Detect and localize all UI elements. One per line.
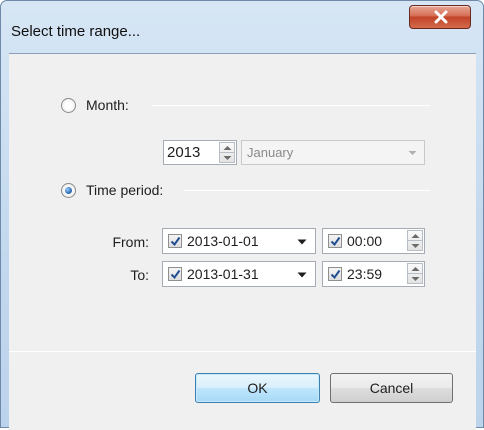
dialog-window: Select time range... Month: 2013 January… (0, 0, 484, 430)
dropdown-arrow-icon (408, 151, 417, 155)
chevron-down-icon (411, 244, 420, 248)
to-label: To: (130, 267, 149, 283)
checkmark-icon (170, 236, 181, 247)
dropdown-arrow-icon[interactable] (297, 272, 307, 278)
checkmark-icon (330, 236, 341, 247)
cancel-button[interactable]: Cancel (330, 373, 453, 403)
window-title: Select time range... (11, 23, 141, 40)
year-spin-down-button[interactable] (220, 153, 234, 163)
to-time-spin-down[interactable] (408, 274, 422, 284)
dialog-body: Month: 2013 January Time period: From: 2… (9, 53, 476, 430)
button-bar: OK Cancel (9, 353, 476, 430)
dropdown-arrow-icon[interactable] (297, 239, 307, 245)
ok-button[interactable]: OK (195, 373, 320, 403)
from-time-spin-down[interactable] (408, 241, 422, 251)
chevron-up-icon (223, 146, 232, 150)
chevron-down-icon (411, 277, 420, 281)
to-date-value: 2013-01-31 (187, 266, 259, 282)
chevron-up-icon (411, 267, 420, 271)
year-value: 2013 (167, 144, 201, 161)
time-period-radio[interactable] (61, 183, 76, 198)
from-label: From: (112, 234, 149, 250)
month-select[interactable]: January (241, 140, 425, 165)
from-time-picker[interactable]: 00:00 (322, 228, 425, 254)
year-spin-buttons (219, 142, 235, 163)
close-icon (434, 10, 448, 24)
close-button[interactable] (409, 5, 471, 29)
to-date-picker[interactable]: 2013-01-31 (162, 261, 316, 287)
from-time-spin-buttons (407, 230, 423, 251)
month-group-line (152, 105, 430, 106)
time-period-radio-label[interactable]: Time period: (86, 182, 163, 198)
time-period-group-line (184, 190, 430, 191)
from-time-value: 00:00 (347, 233, 383, 249)
from-date-picker[interactable]: 2013-01-01 (162, 228, 316, 254)
title-bar[interactable]: Select time range... (1, 1, 483, 53)
year-spinner[interactable]: 2013 (163, 140, 237, 165)
from-time-checkbox[interactable] (328, 234, 342, 248)
to-time-picker[interactable]: 23:59 (322, 261, 425, 287)
to-time-spin-buttons (407, 263, 423, 284)
content-panel: Month: 2013 January Time period: From: 2… (9, 54, 476, 351)
from-date-checkbox[interactable] (168, 234, 182, 248)
to-date-checkbox[interactable] (168, 267, 182, 281)
to-time-checkbox[interactable] (328, 267, 342, 281)
checkmark-icon (330, 269, 341, 280)
to-time-value: 23:59 (347, 266, 383, 282)
month-radio[interactable] (61, 98, 76, 113)
chevron-up-icon (411, 234, 420, 238)
footer-divider (9, 351, 476, 352)
month-select-value: January (247, 145, 294, 160)
checkmark-icon (170, 269, 181, 280)
from-date-value: 2013-01-01 (187, 233, 259, 249)
month-radio-label[interactable]: Month: (86, 97, 129, 113)
chevron-down-icon (223, 156, 232, 160)
radio-selected-dot (65, 187, 72, 194)
